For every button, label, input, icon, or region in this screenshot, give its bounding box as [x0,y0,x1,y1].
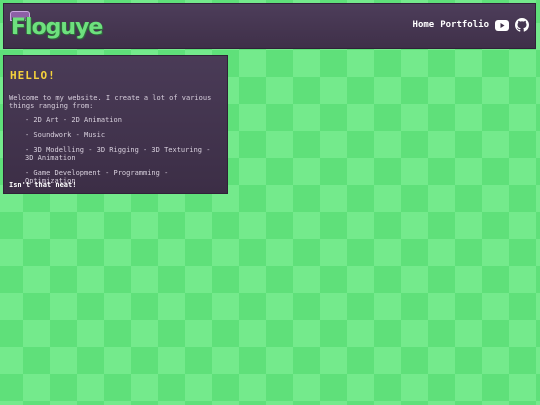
skill-item: - 2D Art - 2D Animation [25,116,122,124]
nav-home-link[interactable]: Home [413,20,435,30]
nav-portfolio-link[interactable]: Portfolio [440,20,489,30]
skill-item: - Soundwork - Music [25,131,106,139]
youtube-icon[interactable] [495,19,509,31]
outro-text: Isn't that neat! [9,181,77,189]
skill-item: - 3D Modelling - 3D Rigging - 3D Texturi… [25,146,211,162]
top-navigation-bar: Floguye Home Portfolio [3,3,536,49]
site-logo[interactable]: Floguye [10,9,103,47]
welcome-card: HELLO! Welcome to my website. I create a… [3,55,228,194]
main-nav: Home Portfolio [413,18,529,32]
github-icon[interactable] [515,18,529,32]
intro-text: Welcome to my website. I create a lot of… [9,94,212,110]
card-title: HELLO! [10,69,56,82]
logo-text: Floguye [11,15,103,40]
